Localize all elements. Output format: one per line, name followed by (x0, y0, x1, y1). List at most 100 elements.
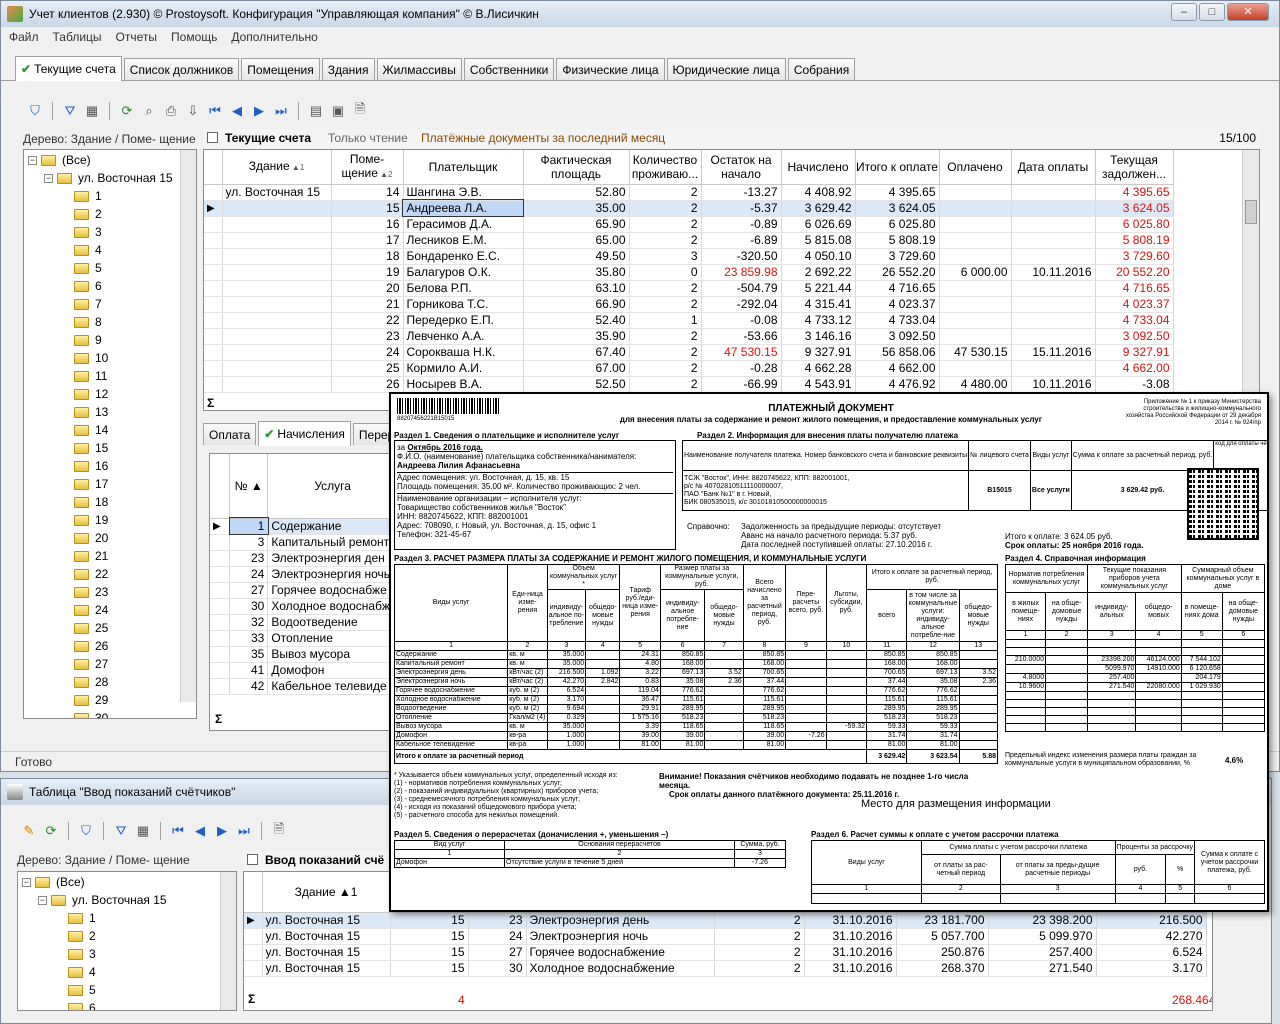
cell-total[interactable]: 4 662.00 (855, 360, 940, 377)
cell-service-code[interactable]: 23 (468, 912, 527, 929)
cell-service-name[interactable]: Вывоз мусора (267, 646, 398, 663)
tree-item[interactable]: 16 (28, 457, 196, 475)
tree-item[interactable]: 22 (28, 565, 196, 583)
cell-paid[interactable] (939, 184, 1012, 201)
col-header[interactable]: Фактическая площадь (523, 150, 630, 185)
cell-date[interactable]: 31.10.2016 (804, 960, 897, 977)
cell-charged[interactable]: 3 146.16 (781, 328, 856, 345)
cell-debt[interactable]: 4 023.37 (1095, 296, 1174, 313)
table-row[interactable]: 33 Отопление (210, 630, 398, 647)
table-row[interactable]: 24 Сорокваша Н.К. 67.40 2 47 530.15 9 327.91 5… (204, 344, 1174, 361)
cell-payer[interactable]: Герасимов Д.А. (403, 216, 524, 233)
tree-building[interactable]: − ул. Восточная 15 (28, 169, 196, 187)
edit-icon[interactable]: ✎ (19, 821, 39, 841)
tree-root[interactable]: − (Все) (22, 873, 236, 891)
tree-item[interactable]: 12 (28, 385, 196, 403)
cell-room[interactable]: 17 (331, 232, 404, 249)
cell-service-number[interactable]: 27 (229, 582, 269, 599)
cell-service-name[interactable]: Содержание (267, 518, 398, 535)
table-row[interactable]: 17 Лесников Е.М. 65.00 2 -6.89 5 815.08 5 808.… (204, 232, 1174, 249)
cell-pay-date[interactable]: 15.11.2016 (1011, 344, 1096, 361)
cell-people[interactable]: 2 (629, 376, 702, 393)
cell-room[interactable]: 15 (390, 912, 469, 929)
table-row[interactable]: 20 Белова Р.П. 63.10 2 -504.79 5 221.44 4 716.… (204, 280, 1174, 297)
cell-pay-date[interactable] (1011, 360, 1096, 377)
collapse-icon[interactable]: − (38, 895, 47, 905)
cell-payer[interactable]: Балагуров О.К. (403, 264, 524, 281)
cell-start-balance[interactable]: -504.79 (701, 280, 782, 297)
cell-people[interactable]: 2 (714, 960, 805, 977)
tree-filter-icon[interactable]: ▦ (133, 821, 153, 841)
cell-room[interactable]: 15 (390, 944, 469, 961)
menu-reports[interactable]: Отчеты (116, 30, 157, 44)
cell-room[interactable]: 19 (331, 264, 404, 281)
cell-total[interactable]: 3 729.60 (855, 248, 940, 265)
cell-service-name[interactable]: Холодное водоснабж (267, 598, 398, 615)
cell-people[interactable]: 2 (629, 216, 702, 233)
cell-pay-date[interactable]: 10.11.2016 (1011, 264, 1096, 281)
cell-paid[interactable] (939, 232, 1012, 249)
cell-building[interactable] (222, 344, 332, 361)
cell-service-name[interactable]: Отопление (267, 630, 398, 647)
tree-item[interactable]: 30 (28, 709, 196, 718)
cell-building[interactable] (222, 296, 332, 313)
cell-total[interactable]: 4 733.04 (855, 312, 940, 329)
cell-people[interactable]: 0 (629, 264, 702, 281)
cell-service-number[interactable]: 23 (229, 550, 269, 567)
cell-service-number[interactable]: 24 (229, 566, 269, 583)
cell-room[interactable]: 15 (331, 200, 404, 217)
cell-people[interactable]: 2 (629, 296, 702, 313)
cell-people[interactable]: 2 (714, 928, 805, 945)
filter-icon[interactable]: ⛉ (76, 821, 96, 841)
cell-paid[interactable] (939, 248, 1012, 265)
tab-debtors[interactable]: Список должников (123, 58, 240, 80)
cell-cur-reading[interactable]: 23 398.200 (988, 912, 1097, 929)
cell-prev-reading[interactable]: 268.370 (896, 960, 989, 977)
cell-date[interactable]: 31.10.2016 (804, 928, 897, 945)
table-row[interactable]: 22 Передерко Е.П. 52.40 1 -0.08 4 733.12 4 733… (204, 312, 1174, 329)
cell-area[interactable]: 65.00 (523, 232, 630, 249)
cell-service-number[interactable]: 42 (229, 678, 269, 695)
tree-item[interactable]: 7 (28, 295, 196, 313)
cell-service[interactable]: Холодное водоснабжение (526, 960, 715, 977)
cell-cur-reading[interactable]: 257.400 (988, 944, 1097, 961)
cell-consumption[interactable]: 3.170 (1096, 960, 1207, 977)
cell-paid[interactable] (939, 296, 1012, 313)
cell-charged[interactable]: 4 050.10 (781, 248, 856, 265)
cell-start-balance[interactable]: 23 859.98 (701, 264, 782, 281)
cell-payer[interactable]: Кормило А.И. (403, 360, 524, 377)
tree-item[interactable]: 11 (28, 367, 196, 385)
cell-payer[interactable]: Лесников Е.М. (403, 232, 524, 249)
menu-file[interactable]: Файл (9, 30, 39, 44)
cell-total[interactable]: 56 858.06 (855, 344, 940, 361)
cell-paid[interactable] (939, 280, 1012, 297)
table-row[interactable]: 42 Кабельное телевиде (210, 678, 398, 695)
last-record-icon[interactable]: ⏭ (234, 821, 254, 841)
cell-service-number[interactable]: 1 (228, 517, 269, 535)
cell-payer[interactable]: Бондаренко Е.С. (403, 248, 524, 265)
cell-start-balance[interactable]: -5.37 (701, 200, 782, 217)
cell-building[interactable]: ул. Восточная 15 (262, 928, 391, 945)
cell-room[interactable]: 15 (390, 960, 469, 977)
cell-area[interactable]: 66.90 (523, 296, 630, 313)
cell-people[interactable]: 1 (629, 312, 702, 329)
cell-area[interactable]: 67.00 (523, 360, 630, 377)
cell-area[interactable]: 52.50 (523, 376, 630, 393)
cell-building[interactable] (222, 376, 332, 393)
tree-item[interactable]: 27 (28, 655, 196, 673)
tree-item[interactable]: 10 (28, 349, 196, 367)
cell-debt[interactable]: 4 395.65 (1095, 184, 1174, 201)
cell-building[interactable] (222, 328, 332, 345)
col-header[interactable]: Остаток на начало (701, 150, 782, 185)
cell-paid[interactable]: 4 480.00 (939, 376, 1012, 393)
print-icon[interactable]: ⎙ (161, 101, 181, 121)
cell-building[interactable] (222, 232, 332, 249)
cell-service-number[interactable]: 3 (229, 534, 269, 551)
cell-start-balance[interactable]: -13.27 (701, 184, 782, 201)
cell-building[interactable] (222, 280, 332, 297)
cell-area[interactable]: 35.00 (523, 200, 630, 217)
cell-charged[interactable]: 4 408.92 (781, 184, 856, 201)
tab-meetings[interactable]: Собрания (787, 58, 856, 80)
col-header[interactable]: Плательщик (403, 150, 524, 185)
cell-building[interactable] (222, 312, 332, 329)
